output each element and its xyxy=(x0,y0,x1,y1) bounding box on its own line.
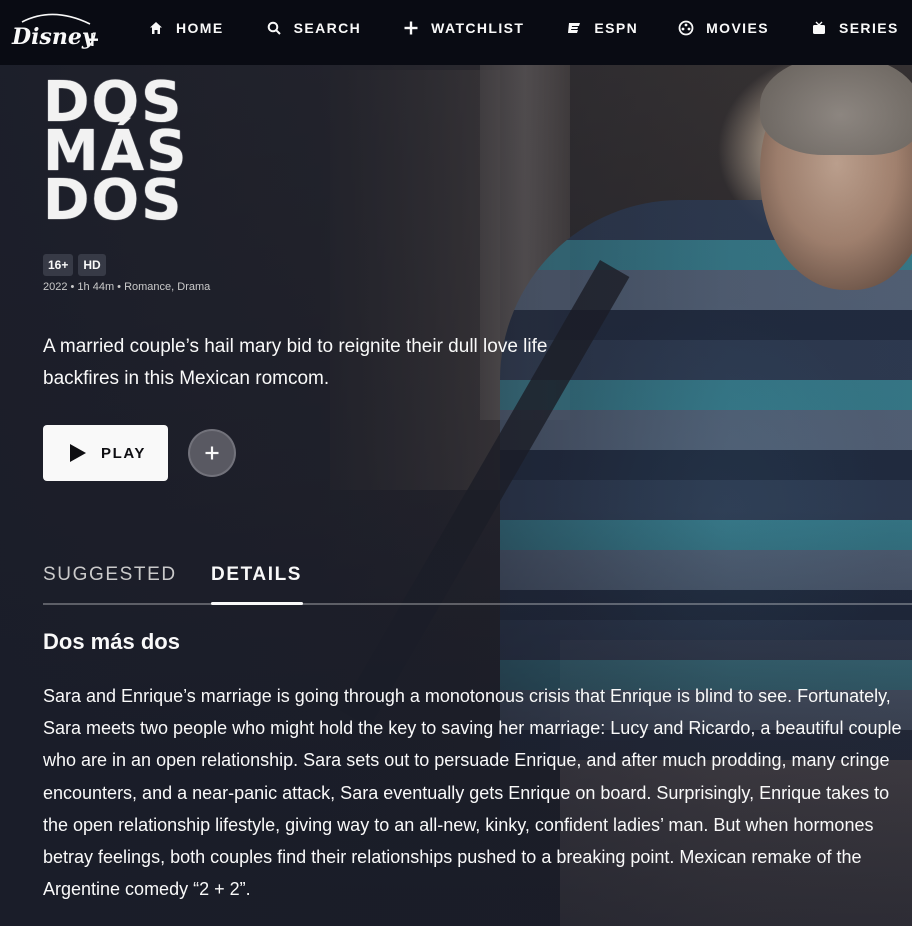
metadata-line: 2022 • 1h 44m • Romance, Drama xyxy=(43,281,211,293)
nav-movies[interactable]: MOVIES xyxy=(678,20,769,36)
nav-series-label: SERIES xyxy=(838,20,899,36)
title-logo-line-3: DOS xyxy=(43,168,184,233)
svg-text:+: + xyxy=(84,27,98,51)
age-rating-badge: 16+ xyxy=(43,254,74,276)
add-to-watchlist-button[interactable] xyxy=(188,429,236,477)
nav-home[interactable]: HOME xyxy=(148,20,224,36)
play-button-label: PLAY xyxy=(101,444,147,462)
details-synopsis: Sara and Enrique’s marriage is going thr… xyxy=(43,686,902,900)
plus-icon xyxy=(205,446,219,460)
nav-series[interactable]: SERIES xyxy=(811,20,899,36)
details-title: Dos más dos xyxy=(43,629,180,654)
home-icon xyxy=(148,20,164,36)
title-logo: DOS MÁS DOS xyxy=(43,75,188,233)
play-button[interactable]: PLAY xyxy=(43,425,168,481)
short-description: A married couple’s hail mary bid to reig… xyxy=(43,336,548,389)
main-nav: HOME SEARCH WATCHLIST ESPN MOVIES SERIES xyxy=(148,0,912,56)
active-tab-indicator xyxy=(211,602,303,605)
rating-badges: 16+ HD xyxy=(43,254,111,276)
nav-espn[interactable]: ESPN xyxy=(566,20,638,36)
nav-watchlist[interactable]: WATCHLIST xyxy=(403,20,524,36)
play-icon xyxy=(70,444,86,462)
tab-suggested[interactable]: SUGGESTED xyxy=(43,564,177,600)
search-icon xyxy=(266,20,282,36)
plus-icon xyxy=(403,20,419,36)
nav-search-label: SEARCH xyxy=(293,20,362,36)
nav-watchlist-label: WATCHLIST xyxy=(431,20,525,36)
nav-search[interactable]: SEARCH xyxy=(266,20,362,36)
movies-icon xyxy=(678,20,694,36)
nav-home-label: HOME xyxy=(176,20,224,36)
content-tabs: SUGGESTED DETAILS xyxy=(43,560,912,605)
espn-icon xyxy=(566,20,582,36)
top-navigation-bar: Disney + HOME SEARCH WATCHLIST ESPN MOVI… xyxy=(0,0,912,65)
tv-icon xyxy=(811,20,827,36)
nav-espn-label: ESPN xyxy=(594,20,639,36)
hd-badge: HD xyxy=(78,254,106,276)
disney-plus-logo[interactable]: Disney + xyxy=(8,8,101,54)
nav-movies-label: MOVIES xyxy=(706,20,769,36)
tab-details[interactable]: DETAILS xyxy=(211,564,302,600)
